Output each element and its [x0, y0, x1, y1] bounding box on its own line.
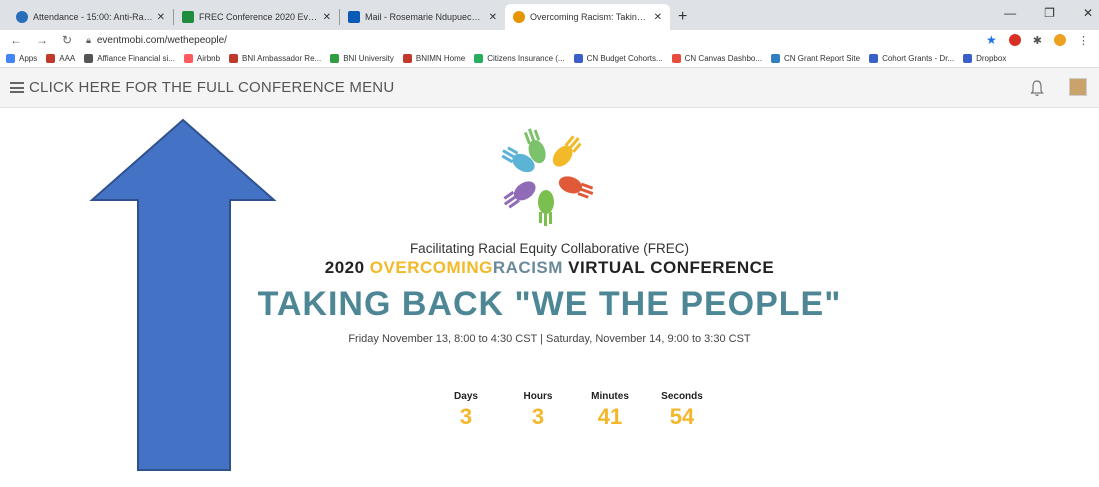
- countdown-hours: Hours 3: [502, 391, 574, 430]
- countdown-label: Days: [454, 391, 478, 402]
- bookmark-label: Airbnb: [196, 54, 221, 63]
- bookmark-label: CN Canvas Dashbo...: [684, 54, 763, 63]
- hamburger-menu-icon[interactable]: [10, 82, 24, 93]
- bookmark-item[interactable]: BNIMN Home: [402, 54, 466, 63]
- bookmark-item[interactable]: CN Canvas Dashbo...: [671, 54, 763, 63]
- window-controls: — ❐ ✕: [1004, 6, 1093, 20]
- tab-close-icon[interactable]: ✕: [157, 12, 165, 23]
- countdown-days: Days 3: [430, 391, 502, 430]
- bookmark-label: CN Grant Report Site: [784, 54, 861, 63]
- bookmark-icon: [869, 54, 879, 63]
- bookmark-item[interactable]: Dropbox: [963, 54, 1006, 63]
- conference-word-racism: RACISM: [492, 258, 563, 277]
- bookmark-label: BNIMN Home: [415, 54, 466, 63]
- conference-word-overcoming: OVERCOMING: [369, 258, 493, 277]
- countdown-value: 3: [459, 404, 473, 429]
- bookmark-item[interactable]: AAA: [46, 54, 75, 63]
- bookmark-icon: [6, 54, 15, 63]
- bookmark-icon: [573, 54, 583, 63]
- countdown-label: Hours: [523, 391, 553, 402]
- browser-tab[interactable]: Mail - Rosemarie Ndupuechi - O ✕: [340, 4, 505, 30]
- bookmark-item[interactable]: Citizens Insurance (...: [474, 54, 565, 63]
- browser-tab[interactable]: Attendance - 15:00: Anti-Racism ✕: [8, 4, 173, 30]
- address-url: eventmobi.com/wethepeople/: [96, 34, 227, 46]
- extension-icon[interactable]: [1054, 34, 1066, 46]
- bookmark-item[interactable]: BNI Ambassador Re...: [229, 54, 321, 63]
- tab-favicon-icon: [513, 11, 525, 23]
- reload-icon[interactable]: ↻: [62, 33, 72, 47]
- conference-year: 2020: [324, 258, 365, 277]
- bookmarks-bar: Apps AAA Affiance Financial si... Airbnb BNI…: [0, 50, 1099, 68]
- tab-title: Attendance - 15:00: Anti-Racism: [33, 12, 153, 22]
- tab-favicon-icon: [16, 11, 28, 23]
- countdown-value: 41: [597, 404, 623, 429]
- conference-word-virtual: VIRTUAL CONFERENCE: [568, 258, 775, 277]
- bookmark-item[interactable]: Airbnb: [183, 54, 221, 63]
- bookmark-icon: [402, 54, 412, 63]
- restore-icon[interactable]: ❐: [1044, 6, 1055, 20]
- countdown-value: 54: [669, 404, 695, 429]
- tab-favicon-icon: [348, 11, 360, 23]
- address-bar[interactable]: 🔒︎ eventmobi.com/wethepeople/: [86, 35, 986, 46]
- user-avatar[interactable]: [1069, 78, 1087, 96]
- countdown-timer: Days 3 Hours 3 Minutes 41 Seconds 54: [430, 391, 718, 430]
- countdown-value: 3: [531, 404, 545, 429]
- bookmark-label: Apps: [19, 54, 38, 63]
- bookmark-label: BNI University: [343, 54, 394, 63]
- app-header: CLICK HERE FOR THE FULL CONFERENCE MENU: [0, 68, 1099, 108]
- more-menu-icon[interactable]: ⋮: [1078, 34, 1089, 47]
- bookmark-icon: [330, 54, 340, 63]
- bookmark-label: BNI Ambassador Re...: [242, 54, 322, 63]
- countdown-label: Seconds: [661, 391, 703, 402]
- tab-favicon-icon: [182, 11, 194, 23]
- conference-menu-link[interactable]: CLICK HERE FOR THE FULL CONFERENCE MENU: [29, 79, 394, 96]
- lock-icon: 🔒︎: [86, 34, 91, 45]
- tab-close-icon[interactable]: ✕: [323, 12, 331, 23]
- frec-hands-logo: [501, 128, 594, 226]
- bookmark-label: Citizens Insurance (...: [487, 54, 565, 63]
- close-window-icon[interactable]: ✕: [1083, 6, 1093, 20]
- tab-close-icon[interactable]: ✕: [489, 12, 497, 23]
- countdown-label: Minutes: [591, 391, 629, 402]
- browser-tab[interactable]: FREC Conference 2020 Event Ma ✕: [174, 4, 339, 30]
- bookmark-item[interactable]: Cohort Grants - Dr...: [869, 54, 954, 63]
- browser-tab-strip: Attendance - 15:00: Anti-Racism ✕ FREC C…: [0, 0, 1099, 30]
- adblock-icon[interactable]: [1008, 34, 1021, 46]
- bookmark-icon: [46, 54, 56, 63]
- bookmark-icon: [671, 54, 681, 63]
- tab-title: Mail - Rosemarie Ndupuechi - O: [365, 12, 485, 22]
- bookmark-icon: [84, 54, 94, 63]
- bookmark-star-icon[interactable]: ★: [986, 33, 997, 47]
- bookmark-item[interactable]: CN Grant Report Site: [771, 54, 860, 63]
- bookmark-icon: [229, 54, 239, 63]
- tab-title: Overcoming Racism: Taking Back: [530, 12, 650, 22]
- back-icon[interactable]: ←: [10, 33, 22, 47]
- bookmark-item[interactable]: BNI University: [330, 54, 394, 63]
- extensions-icon[interactable]: ✱: [1033, 34, 1042, 47]
- countdown-seconds: Seconds 54: [646, 391, 718, 430]
- bookmark-icon: [963, 54, 973, 63]
- bookmark-label: Dropbox: [976, 54, 1007, 63]
- browser-tab-active[interactable]: Overcoming Racism: Taking Back ✕: [505, 4, 670, 30]
- tab-close-icon[interactable]: ✕: [654, 12, 662, 23]
- bell-icon[interactable]: [1030, 79, 1044, 97]
- bookmark-label: Cohort Grants - Dr...: [882, 54, 955, 63]
- bookmark-icon: [183, 54, 193, 63]
- bookmark-label: AAA: [59, 54, 76, 63]
- bookmark-icon: [771, 54, 781, 63]
- tab-title: FREC Conference 2020 Event Ma: [199, 12, 319, 22]
- bookmark-label: Affiance Financial si...: [97, 54, 175, 63]
- minimize-icon[interactable]: —: [1004, 6, 1016, 20]
- countdown-minutes: Minutes 41: [574, 391, 646, 430]
- bookmark-item[interactable]: Apps: [6, 54, 37, 63]
- up-arrow-annotation: [89, 118, 277, 471]
- browser-toolbar: ← → ↻ 🔒︎ eventmobi.com/wethepeople/ ★ ✱ …: [0, 30, 1099, 50]
- bookmark-item[interactable]: CN Budget Cohorts...: [573, 54, 663, 63]
- bookmark-icon: [474, 54, 484, 63]
- bookmark-item[interactable]: Affiance Financial si...: [84, 54, 175, 63]
- bookmark-label: CN Budget Cohorts...: [586, 54, 663, 63]
- forward-icon[interactable]: →: [36, 33, 48, 47]
- new-tab-icon[interactable]: +: [678, 8, 687, 26]
